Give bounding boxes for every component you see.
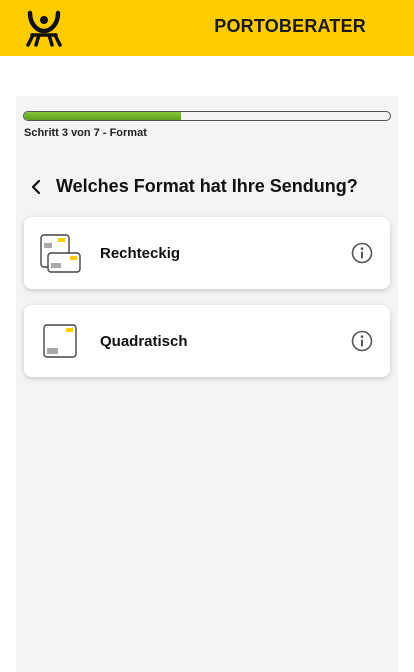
square-envelope-icon: [43, 324, 77, 358]
info-icon[interactable]: [350, 241, 374, 265]
info-icon[interactable]: [350, 329, 374, 353]
option-label: Rechteckig: [100, 245, 181, 262]
option-rechteckig[interactable]: Rechteckig: [24, 217, 390, 289]
step-label: Schritt 3 von 7 - Format: [24, 127, 147, 139]
option-label: Quadratisch: [100, 333, 188, 350]
progress-fill: [24, 112, 182, 120]
question-title: Welches Format hat Ihre Sendung?: [56, 176, 358, 196]
post-horn-logo[interactable]: [24, 9, 64, 47]
app-title: PORTOBERATER: [214, 16, 366, 36]
rectangular-envelopes-icon: [40, 234, 81, 273]
chevron-left-icon[interactable]: [24, 174, 48, 200]
content-panel: Schritt 3 von 7 - Format Welches Format …: [16, 96, 398, 672]
app-header: PORTOBERATER: [0, 0, 414, 56]
progress-bar: [23, 111, 391, 121]
option-quadratisch[interactable]: Quadratisch: [24, 305, 390, 377]
question-header: Welches Format hat Ihre Sendung?: [24, 174, 390, 200]
